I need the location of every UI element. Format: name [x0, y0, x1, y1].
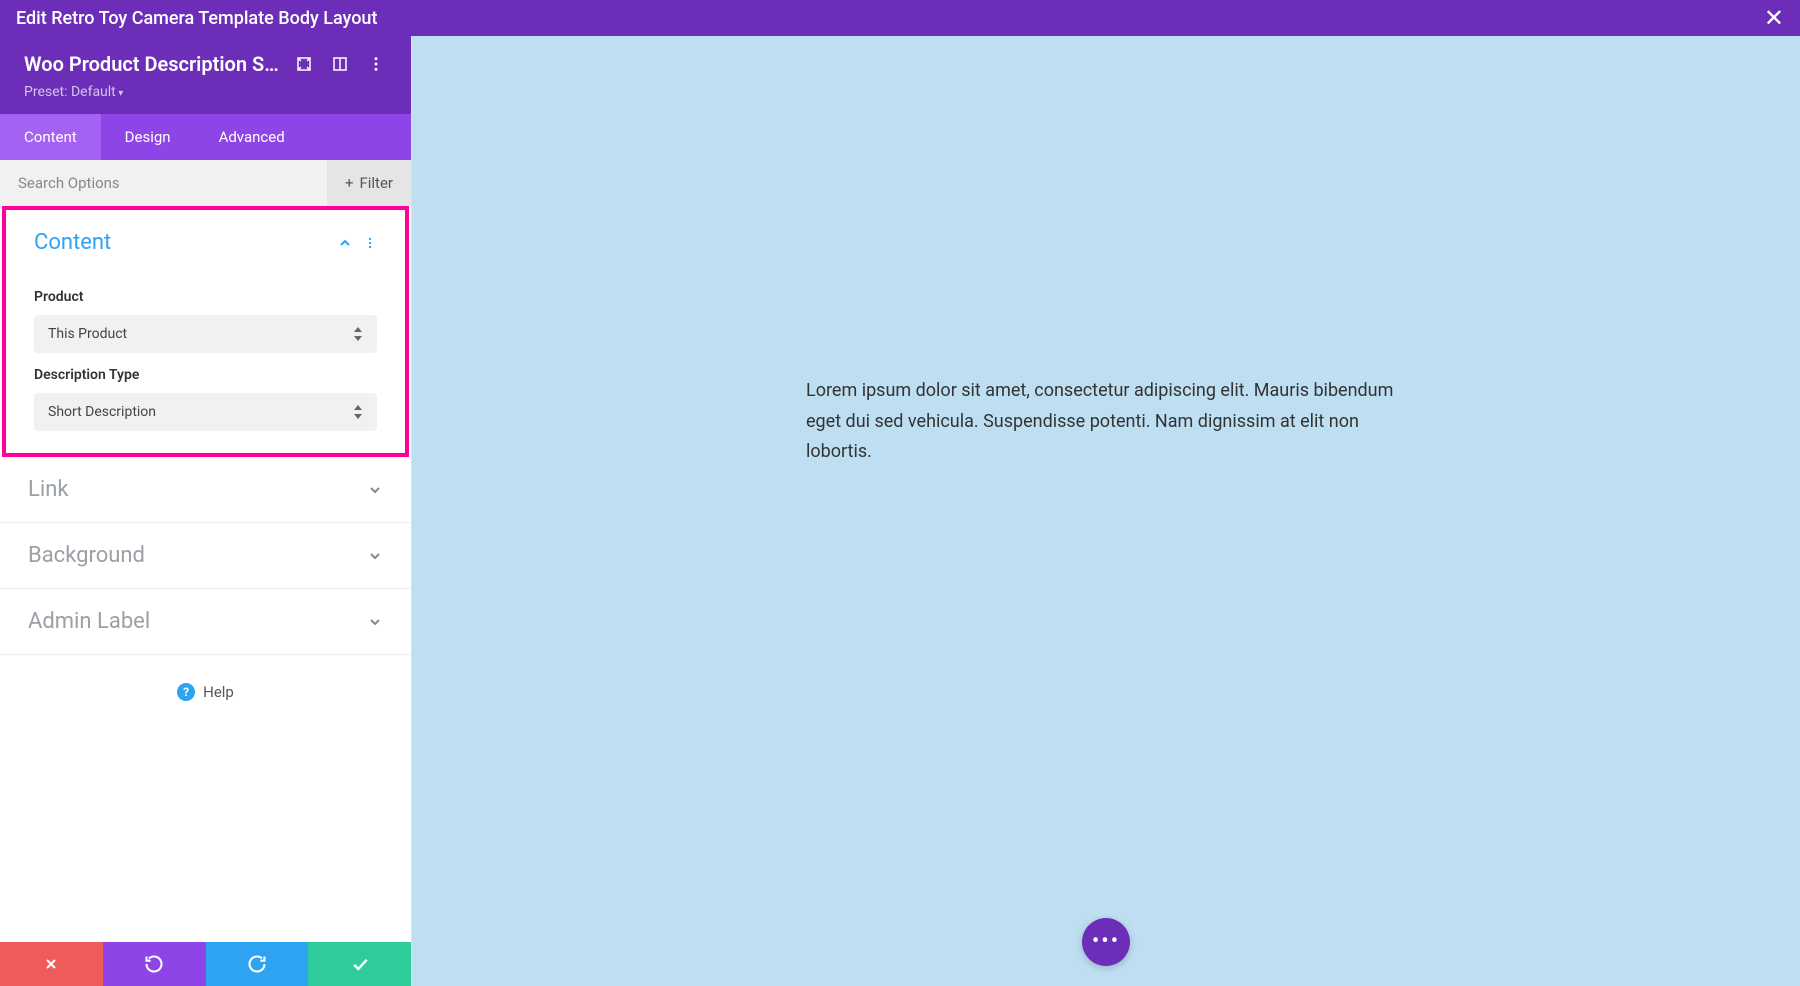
search-row: + Filter	[0, 160, 411, 206]
preview-pane: Lorem ipsum dolor sit amet, consectetur …	[412, 36, 1800, 986]
product-label: Product	[34, 289, 377, 305]
tab-content[interactable]: Content	[0, 114, 101, 160]
kebab-menu-icon[interactable]	[363, 236, 377, 250]
help-button[interactable]: ? Help	[0, 655, 411, 729]
chevron-up-icon	[337, 235, 353, 251]
section-link-title: Link	[28, 477, 69, 502]
section-background-title: Background	[28, 543, 145, 568]
description-type-value: Short Description	[48, 404, 156, 420]
section-content: Content Product This Product	[2, 206, 409, 457]
window-titlebar: Edit Retro Toy Camera Template Body Layo…	[0, 0, 1800, 36]
module-title-row: Woo Product Description S...	[24, 52, 387, 76]
sections-list: Content Product This Product	[0, 206, 411, 942]
section-admin-label-header[interactable]: Admin Label	[0, 589, 411, 654]
section-content-header[interactable]: Content	[6, 210, 405, 275]
select-caret-icon	[353, 327, 363, 341]
save-button[interactable]	[308, 942, 411, 986]
select-caret-icon	[353, 405, 363, 419]
main-container: Woo Product Description S... Preset: Def…	[0, 36, 1800, 986]
dots-icon: •••	[1092, 931, 1120, 953]
kebab-menu-icon[interactable]	[365, 53, 387, 75]
chevron-down-icon	[367, 548, 383, 564]
section-admin-label-title: Admin Label	[28, 609, 150, 634]
floating-action-button[interactable]: •••	[1082, 918, 1130, 966]
product-select[interactable]: This Product	[34, 315, 377, 353]
discard-button[interactable]	[0, 942, 103, 986]
filter-button[interactable]: + Filter	[327, 160, 411, 206]
expand-icon[interactable]	[293, 53, 315, 75]
tab-design[interactable]: Design	[101, 114, 195, 160]
module-title: Woo Product Description S...	[24, 52, 279, 76]
columns-icon[interactable]	[329, 53, 351, 75]
undo-button[interactable]	[103, 942, 206, 986]
section-background-header[interactable]: Background	[0, 523, 411, 588]
chevron-down-icon	[367, 482, 383, 498]
tab-advanced[interactable]: Advanced	[195, 114, 309, 160]
module-header: Woo Product Description S... Preset: Def…	[0, 36, 411, 114]
filter-label: Filter	[359, 174, 393, 192]
preview-content: Lorem ipsum dolor sit amet, consectetur …	[806, 376, 1406, 468]
section-content-body: Product This Product Description Type Sh…	[6, 289, 405, 453]
description-type-select[interactable]: Short Description	[34, 393, 377, 431]
description-type-label: Description Type	[34, 367, 377, 383]
footer-buttons	[0, 942, 411, 986]
close-icon[interactable]: ✕	[1764, 6, 1784, 30]
section-background: Background	[0, 523, 411, 589]
section-admin-label: Admin Label	[0, 589, 411, 655]
preset-dropdown[interactable]: Preset: Default	[24, 84, 387, 100]
redo-button[interactable]	[206, 942, 309, 986]
settings-sidebar: Woo Product Description S... Preset: Def…	[0, 36, 412, 986]
window-title: Edit Retro Toy Camera Template Body Layo…	[16, 8, 377, 29]
plus-icon: +	[345, 174, 354, 192]
search-input[interactable]	[0, 160, 327, 206]
product-select-value: This Product	[48, 326, 127, 342]
help-icon: ?	[177, 683, 195, 701]
preview-paragraph: Lorem ipsum dolor sit amet, consectetur …	[806, 376, 1406, 468]
settings-tabs: Content Design Advanced	[0, 114, 411, 160]
help-label: Help	[203, 683, 234, 701]
section-content-title: Content	[34, 230, 111, 255]
section-link: Link	[0, 457, 411, 523]
chevron-down-icon	[367, 614, 383, 630]
section-link-header[interactable]: Link	[0, 457, 411, 522]
